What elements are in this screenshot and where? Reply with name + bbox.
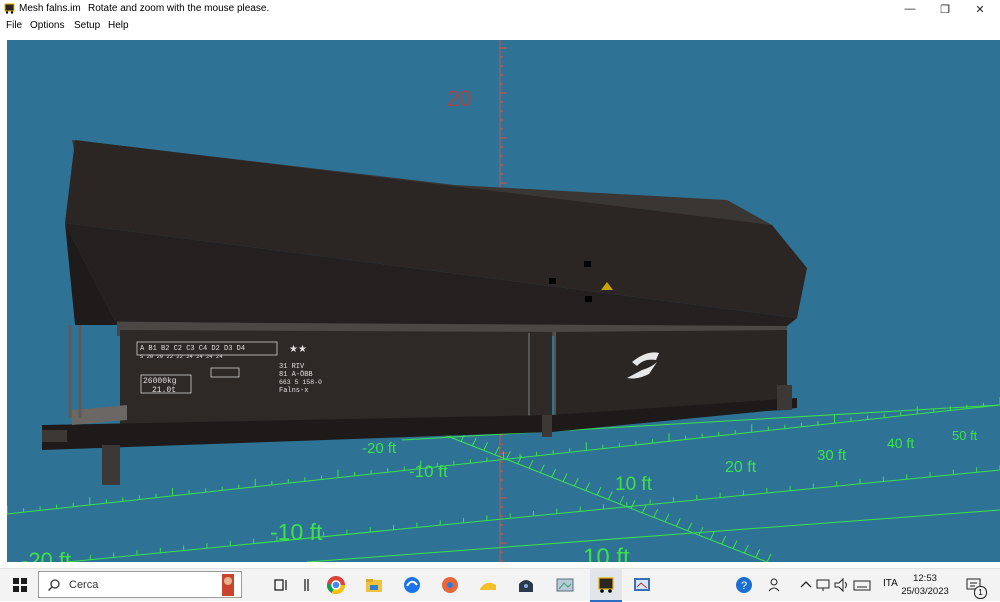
menu-options[interactable]: Options xyxy=(30,20,64,31)
grid-tick xyxy=(743,544,749,554)
help-icon[interactable]: ? xyxy=(734,575,754,595)
notification-badge: 1 xyxy=(974,586,987,599)
app-icon[interactable] xyxy=(632,575,652,595)
floor-label: -20 ft xyxy=(362,440,397,457)
close-button[interactable]: ✕ xyxy=(962,0,998,18)
marking-grid-head: A B1 B2 C2 C3 C4 D2 D3 D4 xyxy=(140,345,245,353)
grid-tick xyxy=(698,526,704,536)
grid-tick xyxy=(653,509,659,518)
grid-tick xyxy=(539,464,545,473)
grid-tick xyxy=(551,468,557,478)
marking-riv: 31 RIV xyxy=(279,363,305,371)
grid-tick xyxy=(607,491,613,500)
train-app-icon xyxy=(598,577,614,593)
floor-label: 50 ft xyxy=(952,428,978,443)
windows-start-icon[interactable] xyxy=(10,575,30,595)
app-icon[interactable] xyxy=(402,575,422,595)
3d-viewport[interactable]: 20 -20 ft -10 ft 20 ft 30 ft 40 ft 50 ft… xyxy=(7,40,1000,562)
grid-tick xyxy=(596,486,602,496)
grid-tick xyxy=(675,518,681,527)
chevron-up-icon[interactable] xyxy=(796,575,816,595)
grid-tick xyxy=(664,513,670,523)
menu-file[interactable]: File xyxy=(6,20,22,31)
floor-label: 10 ft xyxy=(615,474,653,495)
file-explorer-icon[interactable] xyxy=(364,575,384,595)
grid-tick xyxy=(483,442,489,451)
grid-tick xyxy=(630,500,636,509)
floor-label: 10 ft xyxy=(583,544,630,562)
language-indicator[interactable]: ITA xyxy=(883,578,898,589)
title-bar: Mesh falns.im Rotate and zoom with the m… xyxy=(0,0,1000,18)
grid-tick xyxy=(755,549,761,558)
keyboard-icon[interactable] xyxy=(852,575,872,595)
grid-tick xyxy=(562,473,568,482)
marking-grid-vals: S 20 20 22 22 24 24 24 24 xyxy=(140,353,223,360)
people-icon[interactable] xyxy=(766,575,786,595)
svg-text:?: ? xyxy=(741,580,747,592)
grid-tick xyxy=(732,540,738,549)
grid-tick xyxy=(721,535,727,545)
clock[interactable]: 12:53 25/03/2023 xyxy=(900,572,950,598)
grid-tick xyxy=(528,459,534,469)
floor-labels: -20 ft -10 ft 20 ft 30 ft 40 ft 50 ft 10… xyxy=(21,428,978,562)
app-icon[interactable] xyxy=(516,575,536,595)
grid-tick xyxy=(585,482,591,491)
search-icon xyxy=(48,579,60,591)
search-placeholder: Cerca xyxy=(69,579,99,591)
taskbar: Cerca ? ITA 12:53 25/03/2023 1 xyxy=(0,568,1000,602)
window-title: Mesh falns.im xyxy=(19,3,81,14)
floor-label: 40 ft xyxy=(887,435,914,451)
search-box[interactable]: Cerca xyxy=(38,571,242,598)
network-icon[interactable] xyxy=(814,575,834,595)
marking-type: Falns-x xyxy=(279,387,308,395)
status-message: Rotate and zoom with the mouse please. xyxy=(88,3,270,14)
floor-label: 20 ft xyxy=(725,459,757,476)
marking-number: 663 5 158-0 xyxy=(279,379,322,386)
floor-label: -10 ft xyxy=(270,519,323,545)
menu-help[interactable]: Help xyxy=(108,20,129,31)
menu-setup[interactable]: Setup xyxy=(74,20,100,31)
app-icon[interactable] xyxy=(555,575,575,595)
chrome-icon[interactable] xyxy=(326,575,346,595)
app-icon[interactable] xyxy=(478,575,498,595)
marking-obb: 81 A-ÖBB xyxy=(279,370,313,379)
marking-tonnes: 21.0t xyxy=(152,386,176,395)
grid-tick xyxy=(766,553,772,562)
floor-label: 30 ft xyxy=(817,447,847,464)
grid-tick xyxy=(641,504,647,514)
grid-tick xyxy=(471,437,477,447)
grid-tick xyxy=(709,531,715,540)
floor-label: -20 ft xyxy=(21,548,71,562)
grid-tick xyxy=(573,477,579,487)
floor-label: -10 ft xyxy=(409,462,448,481)
task-view-icon[interactable] xyxy=(272,575,292,595)
marking-weight: 26000kg xyxy=(143,377,177,386)
wagon-model[interactable]: A B1 B2 C2 C3 C4 D2 D3 D4 S 20 20 22 22 … xyxy=(42,140,807,485)
vertical-axis-label: 20 xyxy=(447,86,471,111)
active-app-highlight[interactable] xyxy=(590,569,622,602)
app-icon[interactable] xyxy=(440,575,460,595)
scene-canvas[interactable]: 20 -20 ft -10 ft 20 ft 30 ft 40 ft 50 ft… xyxy=(7,40,1000,562)
grid-tick xyxy=(619,495,625,505)
minimize-button[interactable]: — xyxy=(892,0,928,18)
train-app-icon xyxy=(4,3,15,14)
menu-bar: File Options Setup Help xyxy=(0,18,1000,34)
widgets-icon[interactable] xyxy=(296,575,316,595)
clock-time: 12:53 xyxy=(913,573,937,584)
grid-tick xyxy=(494,446,500,456)
dante-portrait-icon[interactable] xyxy=(215,572,241,598)
volume-icon[interactable] xyxy=(832,575,852,595)
svg-text:★★: ★★ xyxy=(289,344,307,356)
grid-tick xyxy=(687,522,693,531)
restore-button[interactable]: ❐ xyxy=(927,0,963,18)
clock-date: 25/03/2023 xyxy=(901,586,949,597)
